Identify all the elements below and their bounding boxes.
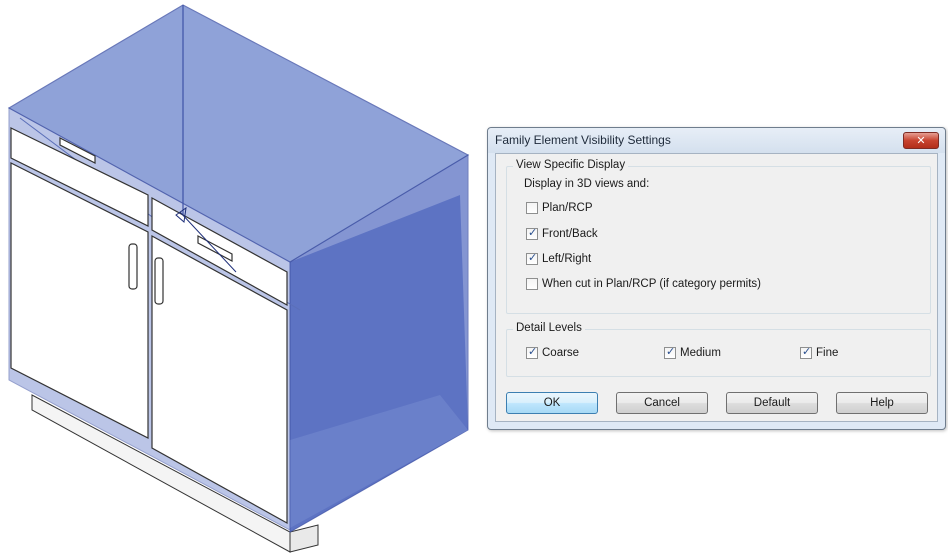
- cancel-button[interactable]: Cancel: [616, 392, 708, 414]
- detail-levels-legend: Detail Levels: [513, 322, 585, 334]
- default-button[interactable]: Default: [726, 392, 818, 414]
- front-back-label: Front/Back: [542, 228, 598, 240]
- left-door-handle: [128, 243, 138, 290]
- help-button[interactable]: Help: [836, 392, 928, 414]
- front-back-checkbox[interactable]: [526, 226, 538, 240]
- display-3d-intro: Display in 3D views and:: [524, 178, 650, 190]
- fine-checkbox[interactable]: [800, 345, 812, 359]
- option-medium[interactable]: Medium: [664, 345, 721, 359]
- left-right-label: Left/Right: [542, 253, 592, 265]
- medium-checkbox[interactable]: [664, 345, 676, 359]
- when-cut-checkbox[interactable]: [526, 278, 538, 290]
- view-specific-group: View Specific Display Display in 3D view…: [506, 159, 931, 314]
- option-left-right[interactable]: Left/Right: [526, 251, 592, 265]
- coarse-checkbox[interactable]: [526, 345, 538, 359]
- view-specific-legend: View Specific Display: [513, 159, 629, 171]
- plan-rcp-checkbox[interactable]: [526, 202, 538, 214]
- plan-rcp-label: Plan/RCP: [542, 202, 593, 214]
- dialog-title: Family Element Visibility Settings: [495, 133, 671, 147]
- right-door-handle: [154, 257, 164, 305]
- close-button[interactable]: ✕: [903, 132, 939, 149]
- coarse-label: Coarse: [542, 347, 580, 359]
- option-fine[interactable]: Fine: [800, 345, 839, 359]
- option-when-cut[interactable]: When cut in Plan/RCP (if category permit…: [526, 278, 761, 290]
- when-cut-label: When cut in Plan/RCP (if category permit…: [542, 278, 762, 290]
- fine-label: Fine: [816, 347, 839, 359]
- dialog-body: View Specific Display Display in 3D view…: [495, 153, 938, 422]
- visibility-settings-dialog: Family Element Visibility Settings ✕ Vie…: [487, 127, 946, 430]
- close-icon: ✕: [916, 135, 926, 147]
- left-right-checkbox[interactable]: [526, 251, 538, 265]
- option-plan-rcp[interactable]: Plan/RCP: [526, 202, 593, 214]
- option-front-back[interactable]: Front/Back: [526, 226, 598, 240]
- medium-label: Medium: [680, 347, 721, 359]
- detail-levels-group: Detail Levels Coarse Medium Fine: [506, 322, 931, 377]
- dialog-titlebar: Family Element Visibility Settings ✕: [488, 128, 945, 153]
- ok-button[interactable]: OK: [506, 392, 598, 414]
- option-coarse[interactable]: Coarse: [526, 345, 580, 359]
